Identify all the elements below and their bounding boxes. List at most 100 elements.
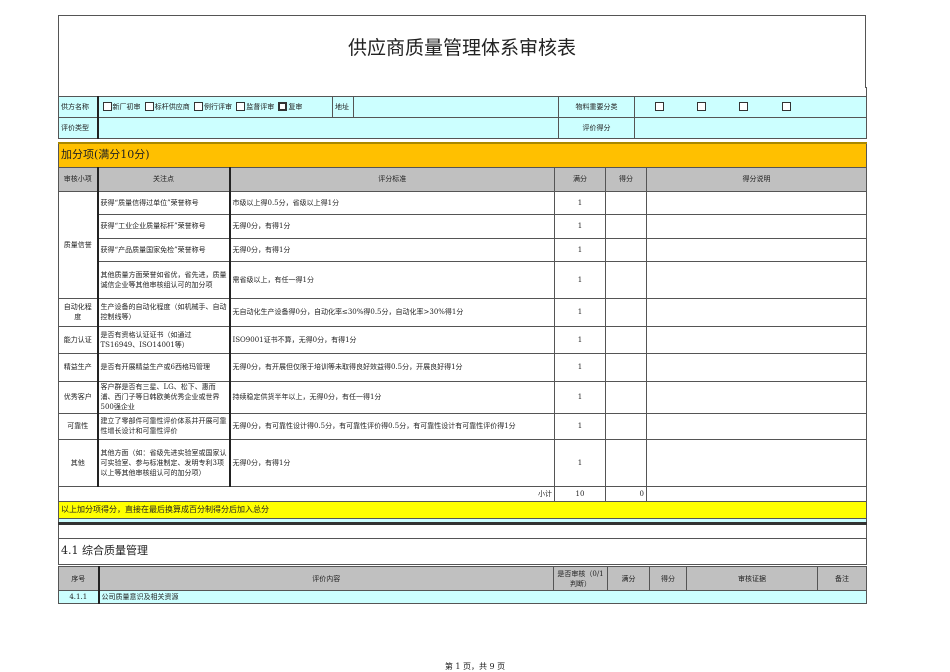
criteria: 持续稳定供货半年以上，无得0分，有任一得1分 [228,380,555,414]
eval-type-label: 评价类型 [58,116,98,139]
supplier-info-table: 供方名称 新厂初审 标杆供应商 例行评审 监督评审 复审 地址 物料重要分类 评… [57,87,868,139]
item-label: 能力认证 [58,325,98,354]
focus-point: 是否有开展精益生产或6西格玛管理 [96,352,230,382]
score-note-cell[interactable] [645,260,868,299]
table-row: 获得“工业企业质量标杆”荣誉称号 无得0分，有得1分 1 [59,213,868,239]
score-cell[interactable] [605,380,647,414]
table-row: 可靠性 建立了零部件可靠性评价体系并开展可靠性增长设计和可靠性评价 无得0分，有可靠… [58,412,868,440]
col-header: 满分 [554,166,606,192]
score-cell[interactable] [605,297,647,327]
full-score: 1 [554,412,606,440]
bonus-note: 以上加分项得分，直接在最后换算成百分制得分后加入总分 [57,500,868,519]
score-cell[interactable] [605,438,647,487]
focus-point: 获得“产品质量国家免检”荣誉称号 [96,237,230,262]
option-label: 复审 [288,102,303,111]
score-cell[interactable] [605,213,647,239]
eval-type-value[interactable] [96,116,559,139]
checkbox-benchmark[interactable] [144,101,154,111]
full-score: 1 [554,213,606,239]
item-label: 可靠性 [58,412,98,440]
subtotal-score: 0 [605,485,647,502]
checkbox-class-b[interactable] [697,101,707,111]
score-note-cell[interactable] [645,412,868,440]
checkbox-new[interactable] [102,101,112,111]
table-row: 能力认证 是否有资格认证证书（如通过TS16949、ISO14001等） ISO90… [58,325,868,354]
checkbox-class-a[interactable] [655,101,664,111]
page-footer: 第 1 页，共 9 页 [444,662,506,671]
eval-score-value[interactable] [633,116,868,139]
checkbox-routine[interactable] [193,101,203,111]
address-label: 地址 [332,95,354,118]
table-row: 质量信誉 获得“质量信得过单位”荣誉称号 市级以上得0.5分，省级以上得1分 1 [58,190,868,299]
col-header: 备注 [817,566,867,591]
col-header: 是否审核（0/1判断） [553,566,608,591]
review-type-options: 新厂初审 标杆供应商 例行评审 监督评审 复审 [96,95,333,118]
col-header: 评分标准 [228,166,555,192]
focus-point: 获得“质量信得过单位”荣誉称号 [96,190,230,215]
score-note-cell[interactable] [645,190,868,215]
option-label: 新厂初审 [112,102,141,111]
col-header: 得分 [605,166,647,192]
focus-point: 客户群是否有三星、LG、松下、惠而浦、西门子等日韩欧美优秀企业或世界500强企业 [96,380,230,414]
material-options [633,95,868,118]
full-score: 1 [554,380,606,414]
table-row: 精益生产 是否有开展精益生产或6西格玛管理 无得0分，有开展但仅限于培训等未取得良好… [58,352,868,382]
checkbox-class-d[interactable] [781,101,791,111]
score-cell[interactable] [605,190,647,215]
checkbox-supervision[interactable] [236,101,246,111]
score-note-cell[interactable] [645,352,868,382]
table-row: 自动化程度 生产设备的自动化程度（如机械手、自动控制线等） 无自动化生产设备得0分，… [58,297,868,327]
full-score: 1 [554,297,606,327]
full-score: 1 [554,325,606,354]
col-header: 审核小项 [58,166,98,192]
criteria: 需省级以上，有任一得1分 [228,260,555,299]
material-label: 物料重要分类 [558,95,635,118]
score-note-cell[interactable] [645,380,868,414]
criteria: 无得0分，有得1分 [228,213,555,239]
full-score: 1 [554,352,606,382]
col-header: 得分说明 [645,166,868,192]
table-row: 4.1.1 公司质量意识及相关资源 [58,590,867,604]
bonus-heading: 加分项(满分10分) [57,142,868,168]
address-value[interactable] [353,95,559,118]
score-cell[interactable] [605,325,647,354]
score-cell[interactable] [605,352,647,382]
score-cell[interactable] [605,237,647,262]
full-score: 1 [554,260,606,299]
score-cell[interactable] [605,412,647,440]
subtotal-label: 小计 [58,485,555,502]
score-cell[interactable] [605,260,647,299]
checkbox-class-c[interactable] [739,101,749,111]
full-score: 1 [554,237,606,262]
eval-score-label: 评价得分 [558,116,635,139]
checkbox-re-review[interactable] [278,101,288,111]
score-note-cell[interactable] [645,297,868,327]
focus-point: 生产设备的自动化程度（如机械手、自动控制线等） [96,297,230,327]
criteria: 市级以上得0.5分，省级以上得1分 [228,190,555,215]
score-note-cell[interactable] [645,325,868,354]
col-header: 评价内容 [97,566,554,591]
table-row: 其他质量方面荣誉如省优，省先进，质量诚信企业等其他审核组认可的加分项 需省级以上，… [59,260,868,299]
section-table: 序号 评价内容 是否审核（0/1判断） 满分 得分 审核证据 备注 4.1.1 … [58,566,867,604]
score-note-cell[interactable] [645,438,868,487]
full-score: 1 [554,190,606,215]
criteria: 无得0分，有可靠性设计得0.5分，有可靠性评价得0.5分，有可靠性设计有可靠性评… [228,412,555,440]
score-note-cell[interactable] [645,237,868,262]
row-content: 公司质量意识及相关资源 [97,590,867,604]
supplier-label: 供方名称 [58,95,98,118]
option-label: 例行评审 [203,102,232,111]
item-label: 自动化程度 [58,297,98,327]
focus-point: 获得“工业企业质量标杆”荣誉称号 [96,213,230,239]
focus-point: 其他质量方面荣誉如省优，省先进，质量诚信企业等其他审核组认可的加分项 [96,260,230,299]
focus-point: 建立了零部件可靠性评价体系并开展可靠性增长设计和可靠性评价 [96,412,230,440]
criteria: ISO9001证书不算，无得0分，有得1分 [228,325,555,354]
row-number: 4.1.1 [58,590,99,604]
criteria: 无得0分，有开展但仅限于培训等未取得良好效益得0.5分，开展良好得1分 [228,352,555,382]
bonus-table: 加分项(满分10分) 审核小项 关注点 评分标准 满分 得分 得分说明 质量信誉… [57,142,868,565]
item-label: 质量信誉 [58,190,98,299]
item-label: 精益生产 [58,352,98,382]
score-note-cell[interactable] [645,213,868,239]
criteria: 无自动化生产设备得0分，自动化率≤30%得0.5分，自动化率>30%得1分 [228,297,555,327]
criteria: 无得0分，有得1分 [228,438,555,487]
item-label: 其他 [58,438,98,487]
